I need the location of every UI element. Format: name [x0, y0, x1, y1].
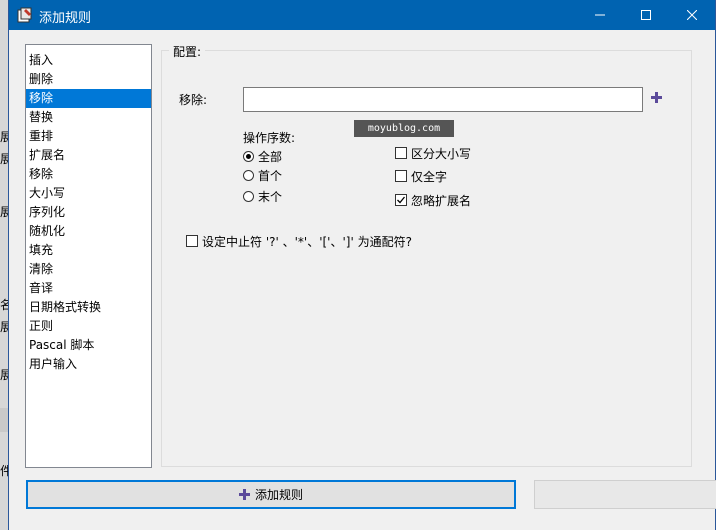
radio-indicator [243, 150, 254, 162]
app-icon [17, 7, 32, 23]
title-bar: 添加规则 [9, 0, 715, 30]
checkbox-label: 仅全字 [411, 169, 448, 184]
radio-indicator [243, 190, 254, 202]
minimize-button[interactable] [577, 0, 623, 30]
checkbox-wildcards[interactable]: 设定中止符 '?' 、'*'、'['、']' 为通配符? [186, 233, 412, 249]
rule-list-item[interactable]: 音译 [26, 279, 151, 298]
rule-list-item[interactable]: 日期格式转换 [26, 298, 151, 317]
radio-label: 全部 [258, 149, 283, 164]
plus-icon[interactable] [650, 91, 663, 104]
rule-list-item[interactable]: 正则 [26, 317, 151, 336]
background-panel [0, 408, 8, 432]
radio-last[interactable]: 末个 [243, 188, 282, 204]
rule-list-item[interactable]: 删除 [26, 70, 151, 89]
plus-icon [238, 489, 250, 500]
checkbox-whole-word[interactable]: 仅全字 [395, 168, 447, 184]
maximize-icon [641, 10, 651, 20]
rule-list-item[interactable]: 清除 [26, 260, 151, 279]
radio-label: 末个 [258, 189, 283, 204]
add-rule-button[interactable]: 添加规则 [26, 480, 516, 509]
rule-list-item[interactable]: 扩展名 [26, 146, 151, 165]
rule-list-item[interactable]: 序列化 [26, 203, 151, 222]
rule-list-item[interactable]: 大小写 [26, 184, 151, 203]
remove-label: 移除: [179, 93, 208, 107]
remove-input[interactable] [243, 87, 643, 112]
checkbox-label: 区分大小写 [411, 146, 472, 161]
config-legend: 配置: [169, 43, 206, 60]
close-icon [687, 10, 697, 20]
radio-all[interactable]: 全部 [243, 148, 282, 164]
checkbox-box [395, 147, 407, 159]
rule-list-item[interactable]: Pascal 脚本 [26, 336, 151, 355]
checkbox-box [395, 170, 407, 182]
window-title: 添加规则 [39, 11, 92, 26]
radio-first[interactable]: 首个 [243, 167, 282, 183]
add-rule-label: 添加规则 [254, 488, 303, 502]
minimize-icon [595, 14, 605, 16]
rule-list-item[interactable]: 重排 [26, 127, 151, 146]
checkbox-label: 设定中止符 '?' 、'*'、'['、']' 为通配符? [202, 234, 412, 249]
rule-list-item[interactable]: 用户输入 [26, 355, 151, 374]
checkbox-ignore-extension[interactable]: 忽略扩展名 [395, 192, 471, 208]
config-group [161, 50, 692, 467]
ops-label: 操作序数: [243, 131, 296, 145]
checkbox-case-sensitive[interactable]: 区分大小写 [395, 145, 471, 161]
rule-list-item[interactable]: 替换 [26, 108, 151, 127]
watermark: moyublog.com [354, 120, 454, 137]
close-button[interactable] [669, 0, 715, 30]
rule-list-item[interactable]: 随机化 [26, 222, 151, 241]
add-rule-dialog: 添加规则 插入 删除 移除 替换 重排 扩展名 移除 大小写 序列化 随机化 填充 清除 音译 日期格式转… [8, 0, 716, 530]
checkbox-label: 忽略扩展名 [411, 193, 472, 208]
checkbox-box [186, 235, 198, 247]
rule-list-item[interactable]: 填充 [26, 241, 151, 260]
checkbox-box [395, 194, 407, 206]
rule-list-item[interactable]: 移除 [26, 165, 151, 184]
rule-list[interactable]: 插入 删除 移除 替换 重排 扩展名 移除 大小写 序列化 随机化 填充 清除 音译 日期格式转换 正则 Pa… [25, 44, 152, 468]
rule-list-item[interactable]: 移除 [26, 89, 151, 108]
checkmark-icon [397, 196, 406, 204]
rule-list-item[interactable]: 插入 [26, 51, 151, 70]
radio-indicator [243, 169, 254, 181]
radio-label: 首个 [258, 168, 283, 183]
close-dialog-button[interactable] [534, 480, 716, 509]
maximize-button[interactable] [623, 0, 669, 30]
